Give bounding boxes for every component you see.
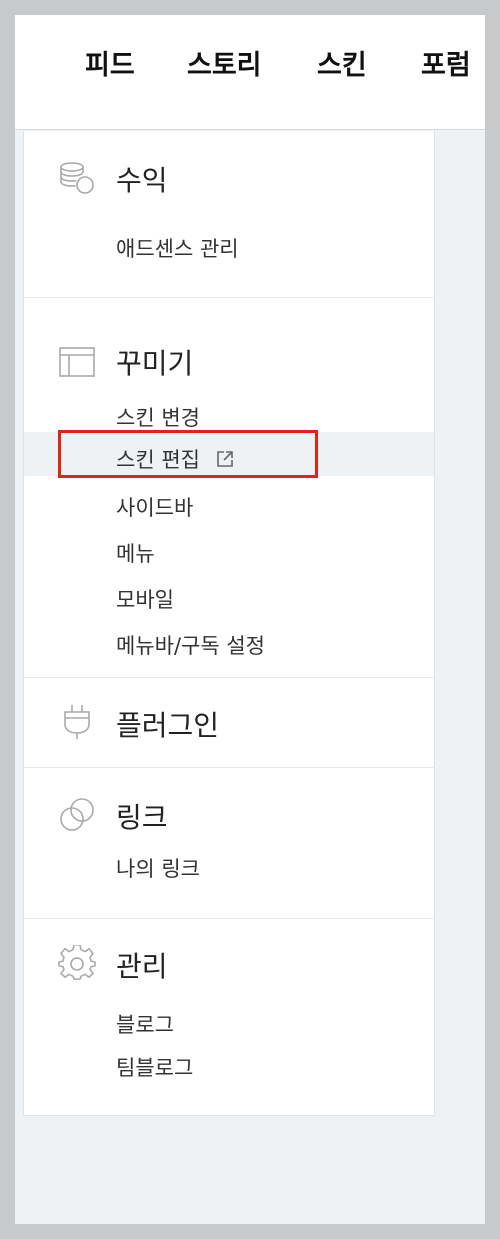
plug-icon (64, 705, 90, 739)
coins-icon (60, 162, 94, 194)
section-title-manage[interactable]: 관리 (116, 945, 168, 985)
section-title-decorate[interactable]: 꾸미기 (116, 342, 193, 382)
section-plugin: 플러그인 (24, 678, 434, 767)
topnav-forum[interactable]: 포럼 (421, 43, 471, 82)
section-title-revenue[interactable]: 수익 (116, 159, 168, 199)
gear-icon (58, 945, 96, 980)
menu-item-mobile[interactable]: 모바일 (116, 584, 174, 614)
menu-item-menu[interactable]: 메뉴 (116, 538, 155, 568)
sidebar-panel: 수익 애드센스 관리 꾸미기 스킨 변경 스킨 편집 사이드바 메뉴 모바일 메… (23, 131, 435, 1116)
topnav-skin[interactable]: 스킨 (317, 43, 367, 82)
layout-icon (59, 347, 95, 377)
section-title-plugin[interactable]: 플러그인 (116, 704, 219, 744)
menu-item-adsense[interactable]: 애드센스 관리 (116, 233, 239, 263)
menu-item-menubar-subscribe[interactable]: 메뉴바/구독 설정 (116, 630, 265, 660)
top-navigation-bar: 피드 스토리 스킨 포럼 (15, 15, 485, 130)
section-manage: 관리 블로그 팀블로그 (24, 919, 434, 1115)
section-link: 링크 나의 링크 (24, 768, 434, 918)
link-icon (60, 798, 94, 831)
app-frame: 피드 스토리 스킨 포럼 수익 애드센스 관리 꾸미기 스킨 변경 스킨 편집 … (15, 15, 485, 1224)
menu-item-skin-change[interactable]: 스킨 변경 (116, 402, 200, 432)
menu-item-blog[interactable]: 블로그 (116, 1009, 174, 1039)
menu-item-my-links[interactable]: 나의 링크 (116, 853, 200, 883)
section-decorate: 꾸미기 스킨 변경 스킨 편집 사이드바 메뉴 모바일 메뉴바/구독 설정 (24, 298, 434, 677)
menu-item-team-blog[interactable]: 팀블로그 (116, 1052, 193, 1082)
section-revenue: 수익 애드센스 관리 (24, 131, 434, 297)
section-title-link[interactable]: 링크 (116, 796, 168, 836)
topnav-story[interactable]: 스토리 (187, 43, 262, 82)
highlight-annotation-box (58, 430, 318, 478)
topnav-feed[interactable]: 피드 (85, 43, 135, 82)
menu-item-sidebar[interactable]: 사이드바 (116, 492, 193, 522)
